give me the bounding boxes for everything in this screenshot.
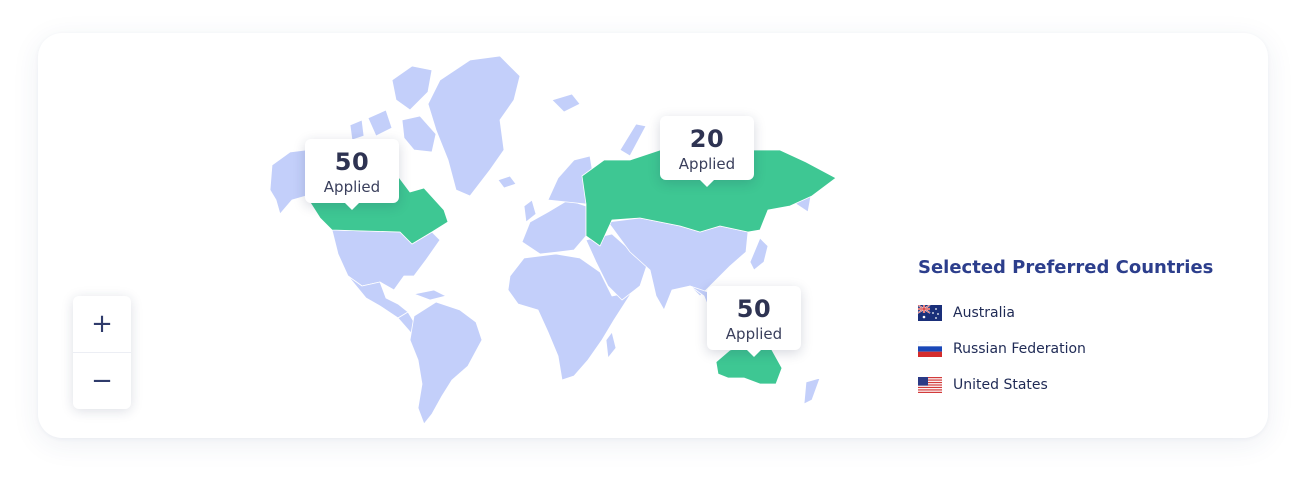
callout-usa[interactable]: 50 Applied xyxy=(305,139,399,210)
arctic-islands xyxy=(391,65,433,111)
legend-item-label: Russian Federation xyxy=(953,341,1086,357)
legend-item-label: United States xyxy=(953,377,1048,393)
country-uk xyxy=(523,199,537,223)
country-greenland[interactable] xyxy=(427,55,521,197)
novaya-zemlya xyxy=(619,123,647,157)
zoom-controls: + − xyxy=(73,296,131,409)
callout-count: 20 xyxy=(689,125,725,153)
callout-label: Applied xyxy=(323,178,381,196)
south-america[interactable] xyxy=(409,301,483,425)
world-map[interactable] xyxy=(0,0,1307,483)
us-flag-icon xyxy=(918,377,942,393)
callout-count: 50 xyxy=(736,295,772,323)
svalbard xyxy=(551,93,581,113)
country-madagascar xyxy=(605,331,617,359)
legend-item-australia[interactable]: Australia xyxy=(918,295,1213,331)
zoom-out-button[interactable]: − xyxy=(73,353,131,409)
callout-count: 50 xyxy=(334,148,370,176)
legend-item-usa[interactable]: United States xyxy=(918,367,1213,403)
ru-flag-icon xyxy=(918,341,942,357)
callout-label: Applied xyxy=(678,155,736,173)
arctic-islands-3 xyxy=(349,119,365,141)
country-japan xyxy=(749,237,769,271)
country-iceland xyxy=(497,175,517,189)
zoom-in-button[interactable]: + xyxy=(73,296,131,352)
baffin-island xyxy=(401,115,437,153)
caribbean xyxy=(413,289,447,301)
legend-item-russia[interactable]: Russian Federation xyxy=(918,331,1213,367)
arctic-islands-2 xyxy=(367,109,393,137)
legend-title: Selected Preferred Countries xyxy=(918,257,1214,278)
callout-australia[interactable]: 50 Applied xyxy=(707,286,801,357)
country-usa[interactable] xyxy=(331,229,441,291)
country-new-zealand xyxy=(803,377,821,405)
callout-russia[interactable]: 20 Applied xyxy=(660,116,754,187)
legend: Selected Preferred Countries Australia R… xyxy=(918,257,1213,403)
callout-label: Applied xyxy=(725,325,783,343)
au-flag-icon xyxy=(918,305,942,321)
country-alaska[interactable] xyxy=(269,149,307,215)
legend-item-label: Australia xyxy=(953,305,1015,321)
